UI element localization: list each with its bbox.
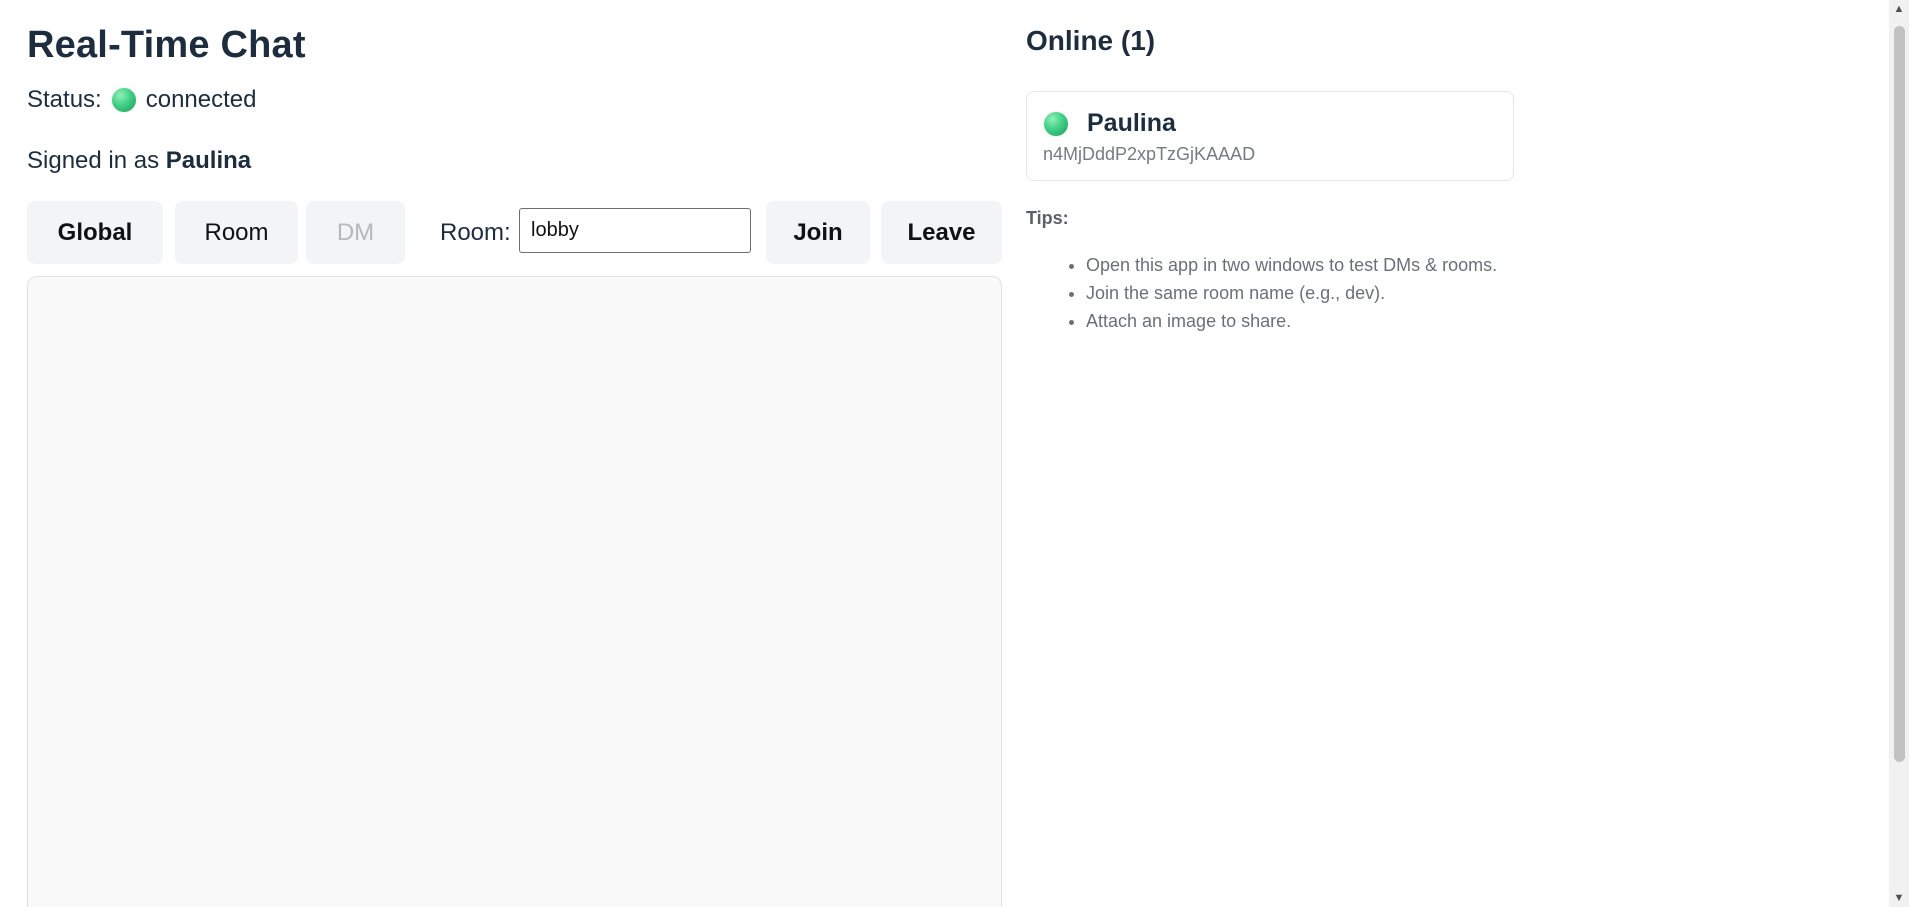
page-scrollbar[interactable]: ▲ ▼ (1889, 0, 1909, 907)
signed-in-username: Paulina (165, 147, 252, 174)
room-input-value: lobby (531, 219, 579, 241)
leave-button[interactable]: Leave (881, 201, 1002, 264)
status-online-icon (111, 88, 136, 112)
status-label: Status: (27, 86, 102, 113)
scroll-down-arrow-icon[interactable]: ▼ (1889, 889, 1909, 907)
page: Real-Time Chat Status: connected Signed … (0, 0, 1909, 907)
channel-toolbar: Global Room DM Room: lobby Join Leave (27, 201, 1002, 264)
signed-in-prefix: Signed in as (27, 147, 160, 174)
scroll-up-arrow-icon[interactable]: ▲ (1889, 0, 1909, 18)
scrollbar-thumb[interactable] (1894, 26, 1905, 762)
tips-list: Open this app in two windows to test DMs… (1026, 251, 1497, 335)
online-user-name: Paulina (1087, 109, 1176, 137)
page-title: Real-Time Chat (27, 24, 306, 66)
tip-item: Open this app in two windows to test DMs… (1086, 251, 1497, 279)
online-title: Online (1) (1026, 25, 1156, 56)
global-button[interactable]: Global (27, 201, 163, 264)
message-list[interactable] (27, 276, 1002, 907)
online-user-card[interactable]: Paulina n4MjDddP2xpTzGjKAAAD (1026, 91, 1514, 181)
room-input[interactable]: lobby (519, 208, 751, 253)
room-field-label: Room: (440, 219, 511, 246)
room-button[interactable]: Room (175, 201, 298, 264)
tip-item: Join the same room name (e.g., dev). (1086, 279, 1497, 307)
signed-in-text: Signed in as Paulina (27, 147, 251, 175)
connection-status: Status: connected (27, 86, 256, 114)
tips-heading: Tips: (1026, 208, 1069, 228)
user-online-icon (1044, 112, 1068, 136)
tip-item: Attach an image to share. (1086, 307, 1497, 335)
status-value: connected (145, 86, 257, 113)
online-user-id: n4MjDddP2xpTzGjKAAAD (1043, 144, 1256, 164)
join-button[interactable]: Join (766, 201, 870, 264)
dm-button[interactable]: DM (306, 201, 405, 264)
